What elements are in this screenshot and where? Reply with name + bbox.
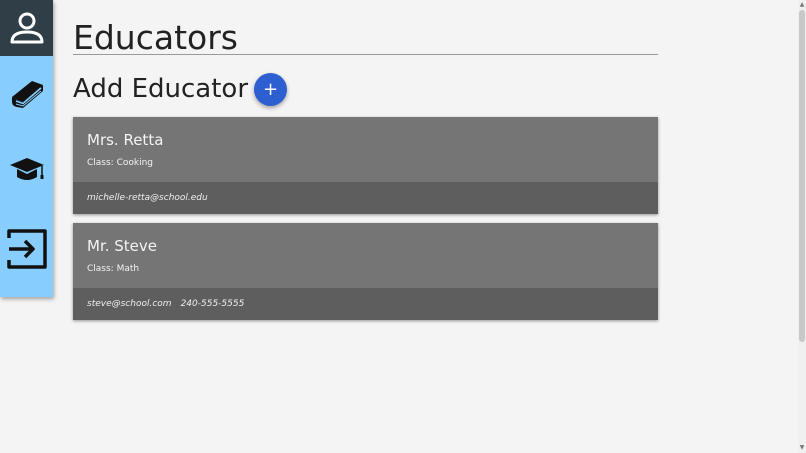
scroll-up-icon[interactable]: ▲ xyxy=(799,2,805,8)
educator-email-link[interactable]: steve@school.com xyxy=(87,299,172,309)
page-title: Educators xyxy=(73,18,238,57)
sidebar xyxy=(0,0,53,297)
sidebar-item-educators[interactable] xyxy=(0,150,53,190)
educator-name: Mrs. Retta xyxy=(87,131,164,149)
educator-name: Mr. Steve xyxy=(87,237,158,255)
educator-card-footer: michelle-retta@school.edu xyxy=(73,182,658,214)
sidebar-item-sign-in[interactable] xyxy=(0,226,53,272)
graduation-cap-icon xyxy=(9,158,44,180)
educator-class: Class: Cooking xyxy=(87,158,153,168)
educator-card[interactable]: Mr. Steve Class: Math steve@school.com 2… xyxy=(73,223,658,320)
sidebar-profile[interactable] xyxy=(0,0,53,56)
add-educator-row: Add Educator + xyxy=(73,72,288,106)
educator-card-footer: steve@school.com 240-555-5555 xyxy=(73,288,658,320)
educator-card-body: Mrs. Retta Class: Cooking xyxy=(73,117,658,182)
book-icon xyxy=(11,81,43,108)
scrollbar-thumb[interactable] xyxy=(799,10,805,342)
scroll-down-icon[interactable]: ▼ xyxy=(799,445,805,451)
sidebar-item-courses[interactable] xyxy=(0,70,53,114)
title-divider xyxy=(73,54,658,55)
educator-card-body: Mr. Steve Class: Math xyxy=(73,223,658,288)
main-content: Educators Add Educator + Mrs. Retta Clas… xyxy=(73,0,658,320)
add-educator-button[interactable]: + xyxy=(254,72,288,106)
sign-in-icon xyxy=(6,229,47,269)
educator-card[interactable]: Mrs. Retta Class: Cooking michelle-retta… xyxy=(73,117,658,214)
add-educator-label: Add Educator xyxy=(73,74,249,104)
user-icon xyxy=(10,12,43,44)
educator-phone-link[interactable]: 240-555-5555 xyxy=(181,299,245,309)
educator-email-link[interactable]: michelle-retta@school.edu xyxy=(87,193,208,203)
plus-icon: + xyxy=(262,78,279,100)
educator-class: Class: Math xyxy=(87,264,140,274)
scrollbar[interactable]: ▲ ▼ xyxy=(798,0,806,453)
